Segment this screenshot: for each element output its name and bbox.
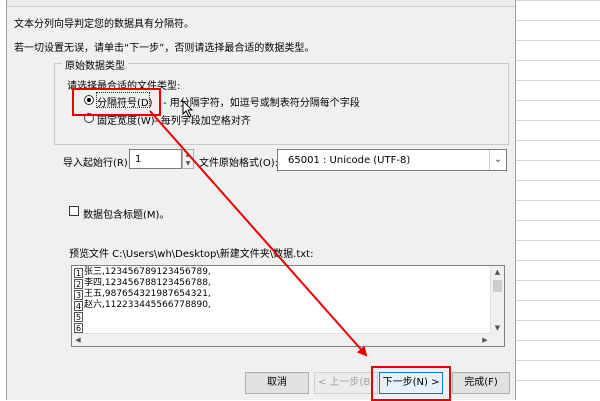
mouse-cursor-icon [182,100,194,118]
red-annotation-arrow [149,110,368,357]
